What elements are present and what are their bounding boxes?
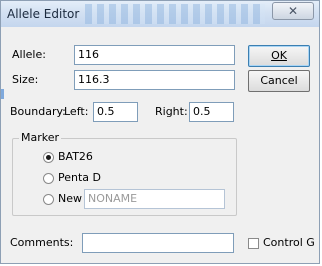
comments-label: Comments:: [10, 236, 74, 249]
size-label: Size:: [12, 73, 39, 86]
radio-new[interactable]: [43, 194, 54, 205]
cancel-button[interactable]: Cancel: [248, 70, 310, 92]
radio-bat26[interactable]: [43, 152, 54, 163]
radio-penta-d[interactable]: [43, 173, 54, 184]
comments-input[interactable]: [82, 233, 234, 253]
boundary-left-label: Left:: [64, 105, 89, 118]
allele-editor-window: Allele Editor ✕ Allele: 116 Size: 116.3 …: [0, 0, 320, 264]
control-gene-checkbox[interactable]: [248, 238, 259, 249]
window-title: Allele Editor: [7, 7, 80, 21]
close-icon: ✕: [287, 4, 299, 18]
marker-legend: Marker: [19, 131, 62, 144]
boundary-right-label: Right:: [155, 105, 188, 118]
new-marker-input[interactable]: NONAME: [84, 189, 225, 209]
title-bar[interactable]: Allele Editor ✕: [1, 1, 319, 27]
boundary-right-input[interactable]: 0.5: [189, 102, 234, 122]
radio-new-label[interactable]: New: [58, 192, 82, 205]
boundary-label: Boundary:: [10, 105, 66, 118]
cancel-button-label: Cancel: [260, 74, 298, 87]
radio-bat26-label[interactable]: BAT26: [58, 150, 93, 163]
dialog-body: Allele: 116 Size: 116.3 OK Cancel Bounda…: [7, 28, 315, 258]
close-button[interactable]: ✕: [272, 2, 314, 20]
boundary-left-input[interactable]: 0.5: [93, 102, 138, 122]
allele-input[interactable]: 116: [74, 45, 235, 65]
allele-label: Allele:: [12, 48, 46, 61]
radio-penta-d-label[interactable]: Penta D: [58, 171, 101, 184]
edge-marker: [1, 89, 4, 99]
control-gene-label[interactable]: Control Gene: [263, 236, 315, 249]
ok-button-label: OK: [271, 49, 287, 62]
title-bar-blur: [85, 4, 265, 24]
size-input[interactable]: 116.3: [74, 70, 235, 90]
ok-button[interactable]: OK: [248, 45, 310, 67]
